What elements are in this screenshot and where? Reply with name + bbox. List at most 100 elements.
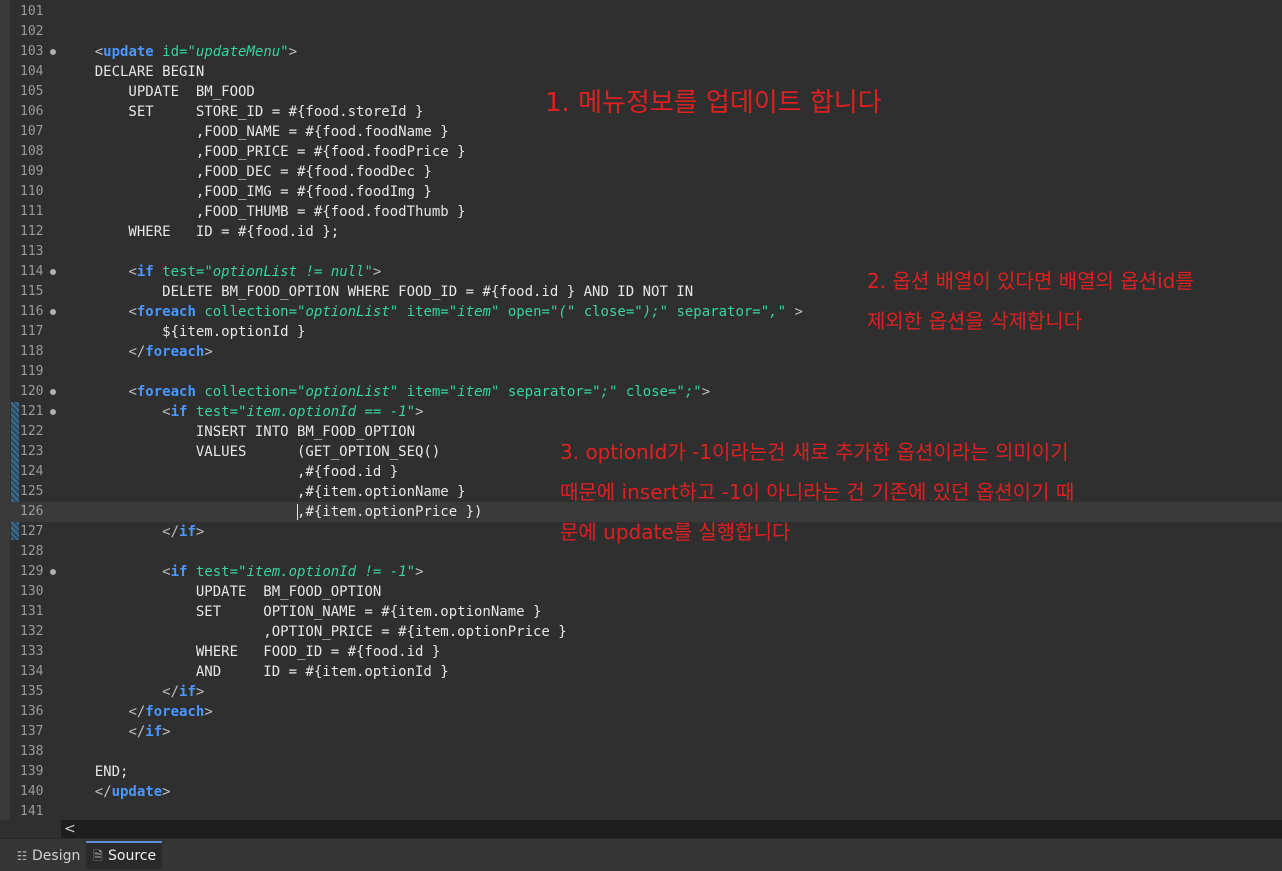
code-line[interactable]: 134 AND ID = #{item.optionId } (0, 662, 1282, 682)
code-text[interactable]: ,FOOD_DEC = #{food.foodDec } (61, 162, 432, 182)
code-line[interactable]: 132 ,OPTION_PRICE = #{item.optionPrice } (0, 622, 1282, 642)
code-text[interactable]: WHERE ID = #{food.id }; (61, 222, 339, 242)
line-number: 109 (20, 164, 44, 179)
fold-toggle-icon[interactable] (50, 409, 56, 415)
line-number: 103 (20, 44, 44, 59)
code-text[interactable]: SET OPTION_NAME = #{item.optionName } (61, 602, 542, 622)
code-text[interactable]: </if> (61, 522, 204, 542)
code-text[interactable]: </update> (61, 782, 171, 802)
code-line[interactable]: 135 </if> (0, 682, 1282, 702)
line-number: 108 (20, 144, 44, 159)
code-line[interactable]: 118 </foreach> (0, 342, 1282, 362)
code-line[interactable]: 140 </update> (0, 782, 1282, 802)
code-text[interactable]: SET STORE_ID = #{food.storeId } (61, 102, 423, 122)
code-text[interactable]: </foreach> (61, 342, 212, 362)
code-text[interactable]: UPDATE BM_FOOD_OPTION (61, 582, 381, 602)
code-line[interactable]: 113 (0, 242, 1282, 262)
line-number: 117 (20, 324, 44, 339)
annotation-3-line: 때문에 insert하고 -1이 아니라는 건 기존에 있던 옵션이기 때 (560, 480, 1075, 504)
code-text[interactable]: ${item.optionId } (61, 322, 305, 342)
fold-toggle-icon[interactable] (50, 309, 56, 315)
code-line[interactable]: 107 ,FOOD_NAME = #{food.foodName } (0, 122, 1282, 142)
code-line[interactable]: 109 ,FOOD_DEC = #{food.foodDec } (0, 162, 1282, 182)
code-text[interactable]: </if> (61, 722, 170, 742)
code-text[interactable]: </foreach> (61, 702, 212, 722)
code-text[interactable]: ,#{food.id } (61, 462, 398, 482)
design-icon: ☷ (16, 849, 28, 863)
code-text[interactable]: AND ID = #{item.optionId } (61, 662, 449, 682)
line-number: 129 (20, 564, 44, 579)
code-text[interactable]: ,FOOD_IMG = #{food.foodImg } (61, 182, 432, 202)
scroll-left-arrow-icon[interactable]: < (64, 820, 76, 838)
tab-source[interactable]: 🗎 Source (86, 841, 163, 869)
line-number: 116 (20, 304, 44, 319)
code-text[interactable]: <if test="item.optionId == -1"> (61, 402, 423, 422)
code-text[interactable]: UPDATE BM_FOOD (61, 82, 254, 102)
code-line[interactable]: 112 WHERE ID = #{food.id }; (0, 222, 1282, 242)
tab-design[interactable]: ☷ Design (10, 843, 86, 869)
line-number: 107 (20, 124, 44, 139)
code-text[interactable]: ,OPTION_PRICE = #{item.optionPrice } (61, 622, 566, 642)
code-text[interactable]: ,#{item.optionName } (61, 482, 466, 502)
code-line[interactable]: 102 (0, 22, 1282, 42)
code-line[interactable]: 119 (0, 362, 1282, 382)
code-text[interactable]: <update id="updateMenu"> (61, 42, 297, 62)
code-text[interactable]: INSERT INTO BM_FOOD_OPTION (61, 422, 415, 442)
line-number: 127 (20, 524, 44, 539)
code-text[interactable]: WHERE FOOD_ID = #{food.id } (61, 642, 440, 662)
code-line[interactable]: 110 ,FOOD_IMG = #{food.foodImg } (0, 182, 1282, 202)
line-number: 124 (20, 464, 44, 479)
source-file-icon: 🗎 (93, 849, 103, 863)
line-number: 132 (20, 624, 44, 639)
code-line[interactable]: 137 </if> (0, 722, 1282, 742)
annotation-2: 2. 옵션 배열이 있다면 배열의 옵션id를 제외한 옵션을 삭제합니다 (867, 261, 1194, 341)
tab-design-label: Design (32, 848, 81, 864)
fold-toggle-icon[interactable] (50, 569, 56, 575)
fold-toggle-icon[interactable] (50, 49, 56, 55)
code-text[interactable]: ,FOOD_PRICE = #{food.foodPrice } (61, 142, 466, 162)
code-line[interactable]: 104 DECLARE BEGIN (0, 62, 1282, 82)
line-number: 104 (20, 64, 44, 79)
code-text[interactable]: VALUES (GET_OPTION_SEQ() (61, 442, 440, 462)
code-line[interactable]: 103 <update id="updateMenu"> (0, 42, 1282, 62)
code-text[interactable]: <foreach collection="optionList" item="i… (61, 382, 710, 402)
code-text[interactable]: ,FOOD_NAME = #{food.foodName } (61, 122, 449, 142)
code-line[interactable]: 131 SET OPTION_NAME = #{item.optionName … (0, 602, 1282, 622)
line-number: 139 (20, 764, 44, 779)
line-number: 122 (20, 424, 44, 439)
code-text[interactable]: <if test="optionList != null"> (61, 262, 381, 282)
line-number: 135 (20, 684, 44, 699)
editor-tab-bar: ☷ Design 🗎 Source (0, 838, 1282, 871)
code-text[interactable]: </if> (61, 682, 204, 702)
code-line[interactable]: 133 WHERE FOOD_ID = #{food.id } (0, 642, 1282, 662)
code-text[interactable]: ,FOOD_THUMB = #{food.foodThumb } (61, 202, 466, 222)
fold-toggle-icon[interactable] (50, 389, 56, 395)
line-number: 119 (20, 364, 44, 379)
code-text[interactable]: <if test="item.optionId != -1"> (61, 562, 423, 582)
code-text[interactable]: ,#{item.optionPrice }) (61, 502, 482, 522)
code-editor[interactable]: 101 102 103 <update id="updateMenu"> 104 DE… (0, 0, 1282, 820)
code-line[interactable]: 129 <if test="item.optionId != -1"> (0, 562, 1282, 582)
line-number: 102 (20, 24, 44, 39)
line-number: 118 (20, 344, 44, 359)
line-number: 140 (20, 784, 44, 799)
code-line[interactable]: 121 <if test="item.optionId == -1"> (0, 402, 1282, 422)
code-text[interactable]: END; (61, 762, 129, 782)
annotation-3-line: 문에 update를 실행합니다 (560, 520, 791, 544)
code-line[interactable]: 101 (0, 2, 1282, 22)
annotation-1: 1. 메뉴정보를 업데이트 합니다 (545, 88, 882, 118)
annotation-3: 3. optionId가 -1이라는건 새로 추가한 옵션이라는 의미이기 때문… (560, 432, 1074, 552)
code-text[interactable]: DELETE BM_FOOD_OPTION WHERE FOOD_ID = #{… (61, 282, 693, 302)
code-line[interactable]: 108 ,FOOD_PRICE = #{food.foodPrice } (0, 142, 1282, 162)
code-line[interactable]: 120 <foreach collection="optionList" ite… (0, 382, 1282, 402)
code-line[interactable]: 136 </foreach> (0, 702, 1282, 722)
horizontal-scrollbar[interactable]: < (61, 820, 1282, 838)
code-text[interactable]: DECLARE BEGIN (61, 62, 205, 82)
fold-toggle-icon[interactable] (50, 269, 56, 275)
code-text[interactable]: <foreach collection="optionList" item="i… (61, 302, 802, 322)
code-line[interactable]: 141 (0, 802, 1282, 820)
code-line[interactable]: 139 END; (0, 762, 1282, 782)
code-line[interactable]: 111 ,FOOD_THUMB = #{food.foodThumb } (0, 202, 1282, 222)
code-line[interactable]: 130 UPDATE BM_FOOD_OPTION (0, 582, 1282, 602)
code-line[interactable]: 138 (0, 742, 1282, 762)
